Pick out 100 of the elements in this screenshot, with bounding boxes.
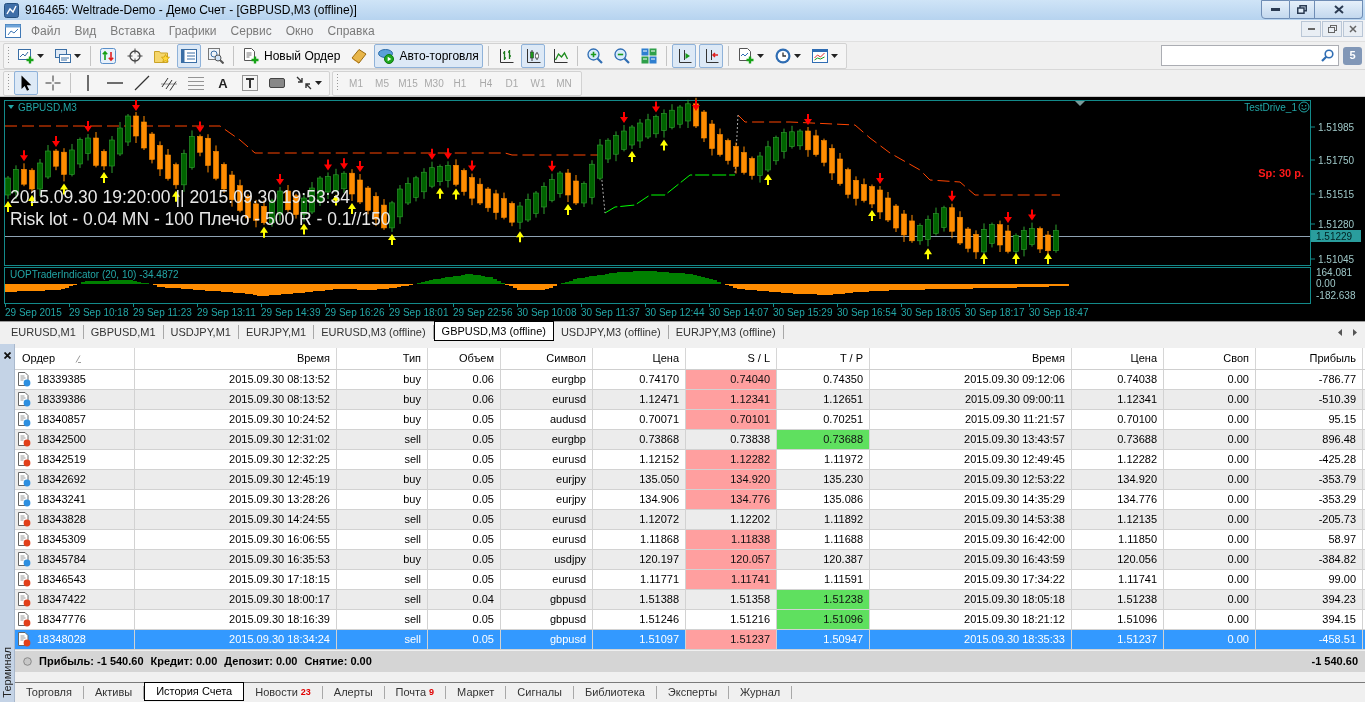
table-cell: 1.51237 bbox=[1072, 630, 1164, 649]
summary-text: Кредит: 0.00 bbox=[150, 654, 218, 670]
table-cell: 0.00 bbox=[1164, 590, 1256, 609]
table-cell: 2015.09.30 18:16:39 bbox=[135, 610, 337, 629]
table-cell: 1.12202 bbox=[686, 510, 777, 529]
indicator-label: UOPTraderIndicator (20, 10) -34.4872 bbox=[10, 269, 179, 280]
price-label: 1.51985 bbox=[1318, 122, 1355, 133]
summary-text: Снятие: 0.00 bbox=[304, 654, 372, 670]
table-cell: buy bbox=[337, 370, 428, 389]
table-cell: 0.05 bbox=[428, 490, 501, 509]
table-cell: 135.230 bbox=[777, 470, 870, 489]
order-number: 18342519 bbox=[37, 452, 86, 468]
indicator-value-label: 164.081 bbox=[1316, 267, 1353, 278]
table-cell: 1.11972 bbox=[777, 450, 870, 469]
table-cell: 1.51096 bbox=[777, 610, 870, 629]
time-label: 29 Sep 13:11 bbox=[197, 307, 256, 318]
table-cell: 0.00 bbox=[1164, 630, 1256, 649]
table-cell: gbpusd bbox=[501, 630, 593, 649]
summary-text: Прибыль: -1 540.60 bbox=[39, 654, 144, 670]
table-cell: sell bbox=[337, 630, 428, 649]
table-cell: eurusd bbox=[501, 450, 593, 469]
table-cell: 0.70251 bbox=[777, 410, 870, 429]
table-cell: 1.51096 bbox=[1072, 610, 1164, 629]
table-cell: 394.23 bbox=[1256, 590, 1363, 609]
table-cell: 0.04 bbox=[428, 590, 501, 609]
table-cell: 0.00 bbox=[1164, 450, 1256, 469]
table-cell: 134.776 bbox=[686, 490, 777, 509]
unread-count: 9 bbox=[429, 685, 435, 699]
summary-text: Депозит: 0.00 bbox=[224, 654, 298, 670]
order-number: 18345309 bbox=[37, 532, 86, 548]
table-cell: 1.12282 bbox=[686, 450, 777, 469]
time-label: 30 Sep 10:08 bbox=[517, 307, 577, 318]
table-cell: 2015.09.30 14:53:38 bbox=[870, 510, 1072, 529]
table-cell: 2015.09.30 18:05:18 bbox=[870, 590, 1072, 609]
time-label: 29 Sep 2015 bbox=[5, 307, 62, 318]
time-label: 29 Sep 16:26 bbox=[325, 307, 385, 318]
price-label: 1.51280 bbox=[1318, 219, 1355, 230]
expert-name: TestDrive_1 bbox=[1244, 102, 1297, 113]
table-cell: 2015.09.30 17:18:15 bbox=[135, 570, 337, 589]
table-cell: 0.00 bbox=[1164, 410, 1256, 429]
table-cell: buy bbox=[337, 550, 428, 569]
table-cell: 2015.09.30 14:24:55 bbox=[135, 510, 337, 529]
table-cell: 1.51238 bbox=[777, 590, 870, 609]
table-cell: 2015.09.30 18:35:33 bbox=[870, 630, 1072, 649]
table-cell: 99.00 bbox=[1256, 570, 1363, 589]
table-cell: 2015.09.30 12:32:25 bbox=[135, 450, 337, 469]
time-label: 30 Sep 18:05 bbox=[901, 307, 961, 318]
table-cell: 0.05 bbox=[428, 510, 501, 529]
table-cell: 0.06 bbox=[428, 370, 501, 389]
table-cell: 2015.09.30 17:34:22 bbox=[870, 570, 1072, 589]
time-label: 30 Sep 12:44 bbox=[645, 307, 705, 318]
table-cell: 2015.09.30 12:45:19 bbox=[135, 470, 337, 489]
table-cell: 0.05 bbox=[428, 430, 501, 449]
current-price-label: 1.51229 bbox=[1311, 230, 1361, 242]
table-cell: 1.12341 bbox=[686, 390, 777, 409]
table-cell: eurgbp bbox=[501, 430, 593, 449]
panel-title: Терминал bbox=[0, 647, 14, 698]
table-cell: 2015.09.30 16:06:55 bbox=[135, 530, 337, 549]
time-label: 30 Sep 11:37 bbox=[581, 307, 640, 318]
window-title: 916465: Weltrade-Demo - Демо Счет - [GBPUSD,M3 (offline)] bbox=[25, 2, 357, 19]
order-number: 18339385 bbox=[37, 372, 86, 388]
table-cell: 0.00 bbox=[1164, 490, 1256, 509]
table-cell: 0.00 bbox=[1164, 470, 1256, 489]
table-cell: 1.11741 bbox=[1072, 570, 1164, 589]
order-number: 18342692 bbox=[37, 472, 86, 488]
table-cell: gbpusd bbox=[501, 610, 593, 629]
total-profit: -1 540.60 bbox=[1311, 654, 1359, 670]
table-cell: 1.12072 bbox=[593, 510, 686, 529]
price-label: 1.51750 bbox=[1318, 155, 1355, 166]
table-cell: -425.28 bbox=[1256, 450, 1363, 469]
table-cell: 1.11838 bbox=[686, 530, 777, 549]
price-label: 1.51045 bbox=[1318, 254, 1355, 265]
spread-label: Sp: 30 p. bbox=[1258, 167, 1304, 179]
table-cell: 1.50947 bbox=[777, 630, 870, 649]
table-cell: 2015.09.30 11:21:57 bbox=[870, 410, 1072, 429]
table-cell: 0.73688 bbox=[1072, 430, 1164, 449]
table-cell: 134.920 bbox=[1072, 470, 1164, 489]
time-label: 30 Sep 14:07 bbox=[709, 307, 769, 318]
table-cell: sell bbox=[337, 450, 428, 469]
table-cell: -353.79 bbox=[1256, 470, 1363, 489]
table-cell: -384.82 bbox=[1256, 550, 1363, 569]
table-cell: 0.05 bbox=[428, 470, 501, 489]
table-cell: eurjpy bbox=[501, 470, 593, 489]
table-cell: 0.70100 bbox=[1072, 410, 1164, 429]
table-cell: eurjpy bbox=[501, 490, 593, 509]
time-label: 29 Sep 11:23 bbox=[133, 307, 192, 318]
table-cell: eurgbp bbox=[501, 370, 593, 389]
table-cell: 1.12282 bbox=[1072, 450, 1164, 469]
table-cell: 0.05 bbox=[428, 630, 501, 649]
table-cell: 896.48 bbox=[1256, 430, 1363, 449]
table-cell: 1.12341 bbox=[1072, 390, 1164, 409]
table-cell: 0.70101 bbox=[686, 410, 777, 429]
order-number: 18340857 bbox=[37, 412, 86, 428]
order-number: 18339386 bbox=[37, 392, 86, 408]
table-cell: buy bbox=[337, 390, 428, 409]
table-cell: 0.06 bbox=[428, 390, 501, 409]
table-cell: 2015.09.30 08:13:52 bbox=[135, 370, 337, 389]
table-cell: sell bbox=[337, 570, 428, 589]
order-number: 18346543 bbox=[37, 572, 86, 588]
table-cell: 0.00 bbox=[1164, 610, 1256, 629]
